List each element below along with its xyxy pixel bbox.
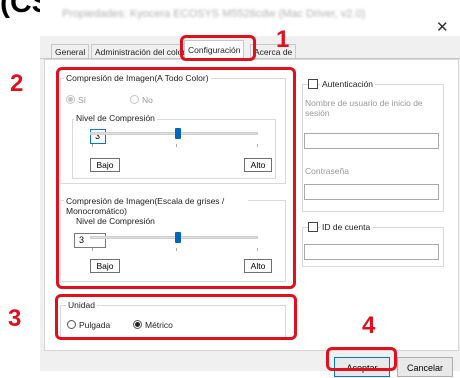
callout-box-compression bbox=[56, 67, 296, 289]
callout-number-4: 4 bbox=[362, 312, 376, 339]
callout-number-1: 1 bbox=[276, 26, 290, 53]
account-checkbox-label: ID de cuenta bbox=[320, 222, 373, 232]
account-checkbox[interactable] bbox=[308, 222, 318, 232]
callout-box-ok bbox=[326, 347, 397, 371]
callout-box-tab bbox=[180, 35, 256, 61]
username-label: Nombre de usuario de inicio de sesión bbox=[305, 98, 423, 118]
account-id-input[interactable] bbox=[304, 244, 439, 260]
password-label: Contraseña bbox=[305, 166, 349, 176]
tab-general[interactable]: General bbox=[51, 44, 90, 59]
auth-checkbox[interactable] bbox=[308, 79, 318, 89]
username-input[interactable] bbox=[304, 133, 439, 149]
callout-number-2: 2 bbox=[10, 70, 24, 97]
callout-box-unit bbox=[55, 294, 297, 340]
auth-checkbox-label: Autenticación bbox=[320, 79, 376, 89]
close-icon[interactable]: ✕ bbox=[436, 18, 449, 36]
tab-color-management[interactable]: Administración del color bbox=[91, 44, 190, 59]
window-title: Propiedades: Kyocera ECOSYS M5526cdw (Ma… bbox=[62, 8, 366, 20]
password-input[interactable] bbox=[304, 184, 439, 200]
callout-number-3: 3 bbox=[8, 305, 22, 332]
cancel-button[interactable]: Cancelar bbox=[397, 357, 453, 377]
